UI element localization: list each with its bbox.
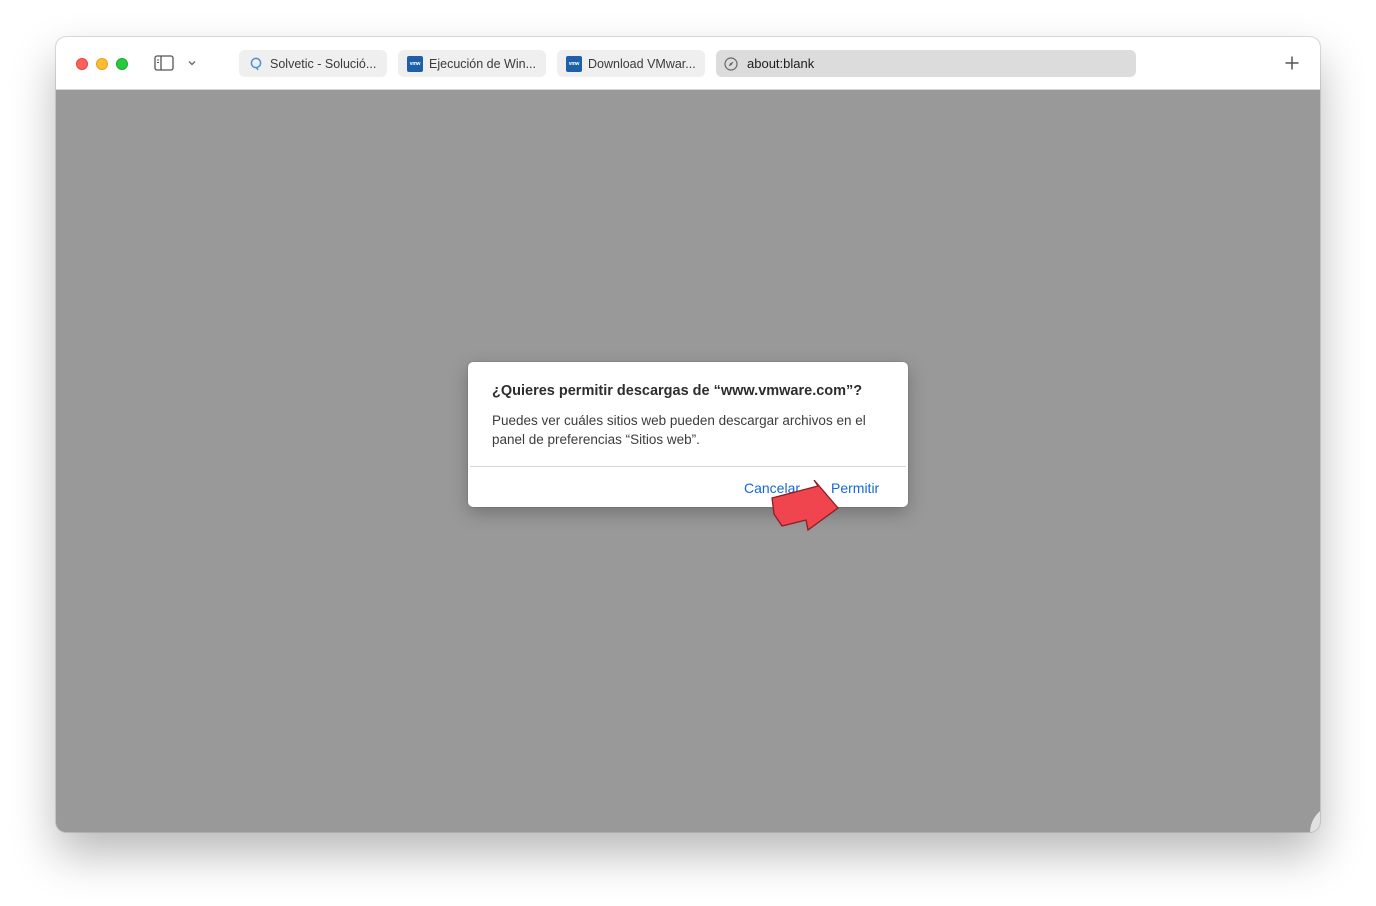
tab-solvetic[interactable]: Solvetic - Solució...: [239, 50, 387, 77]
solvetic-favicon-icon: [248, 56, 264, 72]
tab-label: Ejecución de Win...: [429, 56, 536, 71]
tab-ejecucion[interactable]: vmw Ejecución de Win...: [398, 50, 546, 77]
close-window-button[interactable]: [76, 58, 88, 70]
dialog-message: Puedes ver cuáles sitios web pueden desc…: [492, 413, 866, 447]
zoom-window-button[interactable]: [116, 58, 128, 70]
browser-window: Solvetic - Solució... vmw Ejecución de W…: [56, 37, 1320, 832]
sidebar-icon[interactable]: [154, 55, 174, 71]
plus-icon[interactable]: [1284, 55, 1300, 71]
tab-label: Solvetic - Solució...: [270, 56, 377, 71]
minimize-window-button[interactable]: [96, 58, 108, 70]
vmware-favicon-icon: vmw: [407, 55, 423, 72]
address-bar[interactable]: about:blank: [716, 50, 1136, 77]
address-text: about:blank: [747, 56, 815, 71]
chevron-down-icon[interactable]: [186, 57, 198, 69]
vmware-favicon-icon: vmw: [566, 55, 582, 72]
red-arrow-icon: [771, 480, 839, 532]
dialog-title: ¿Quieres permitir descargas de “www.vmwa…: [492, 383, 863, 399]
dialog-divider: [470, 466, 906, 467]
tab-download-vmware[interactable]: vmw Download VMwar...: [557, 50, 705, 77]
browser-toolbar: Solvetic - Solució... vmw Ejecución de W…: [56, 37, 1320, 90]
solvetic-logo-icon: [1310, 804, 1320, 832]
tab-label: Download VMwar...: [588, 56, 696, 71]
compass-icon: [724, 56, 738, 71]
red-arrow-shape: [771, 480, 839, 532]
